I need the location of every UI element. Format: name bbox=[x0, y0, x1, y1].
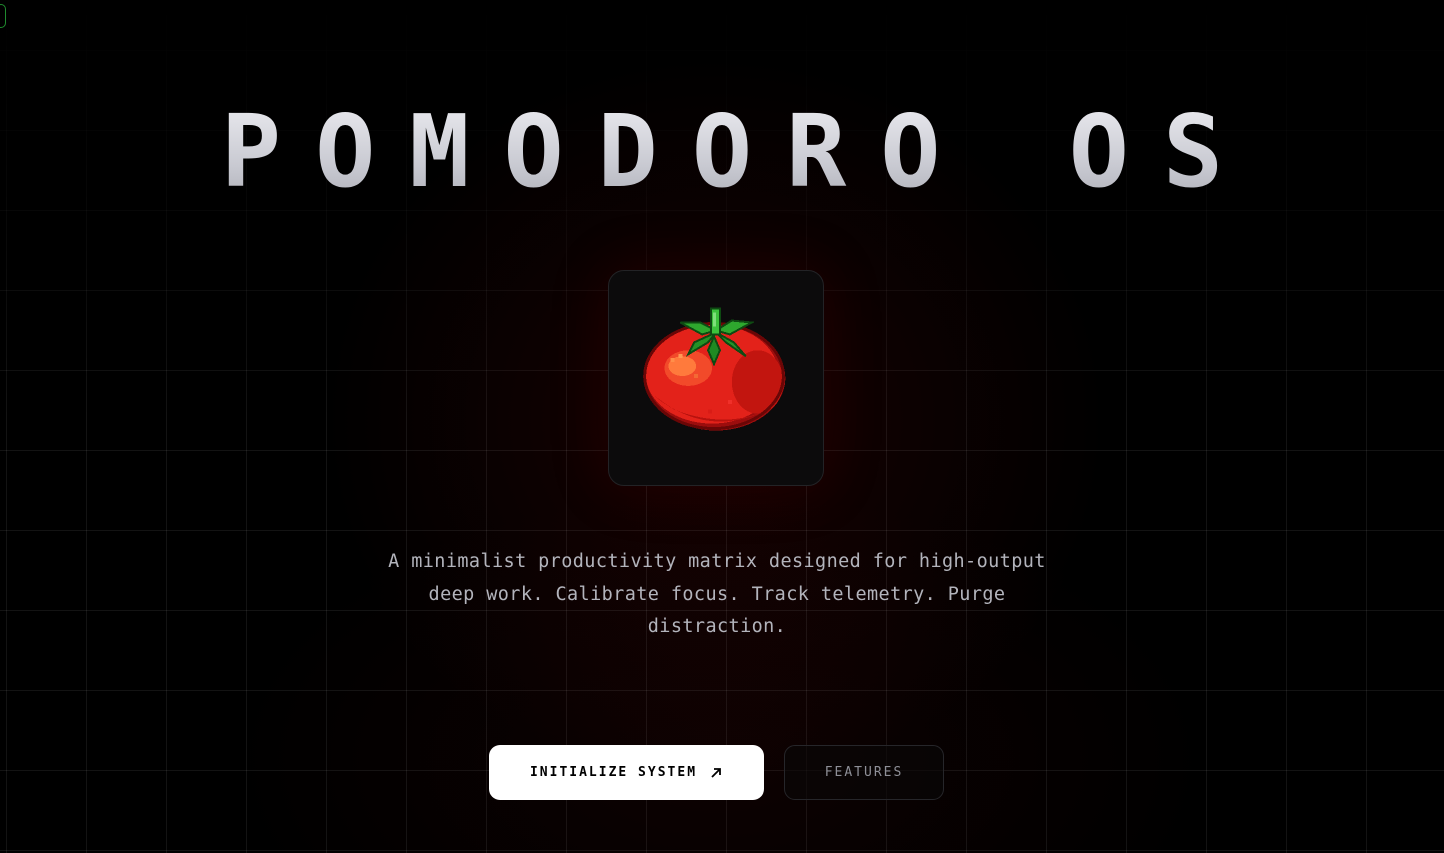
features-label: FEATURES bbox=[824, 765, 904, 780]
landing-page: POMODORO OS A minimalist productivity ma… bbox=[0, 0, 1444, 853]
corner-indicator bbox=[0, 4, 6, 28]
pixel-tomato-icon bbox=[643, 307, 786, 431]
page-title: POMODORO OS bbox=[0, 88, 1444, 216]
arrow-up-right-icon bbox=[711, 767, 721, 778]
initialize-system-button[interactable]: INITIALIZE SYSTEM bbox=[489, 745, 764, 800]
initialize-system-label: INITIALIZE SYSTEM bbox=[529, 765, 698, 780]
features-button[interactable]: FEATURES bbox=[784, 745, 944, 800]
tagline: A minimalist productivity matrix designe… bbox=[388, 551, 1046, 637]
logo-card bbox=[608, 270, 824, 486]
